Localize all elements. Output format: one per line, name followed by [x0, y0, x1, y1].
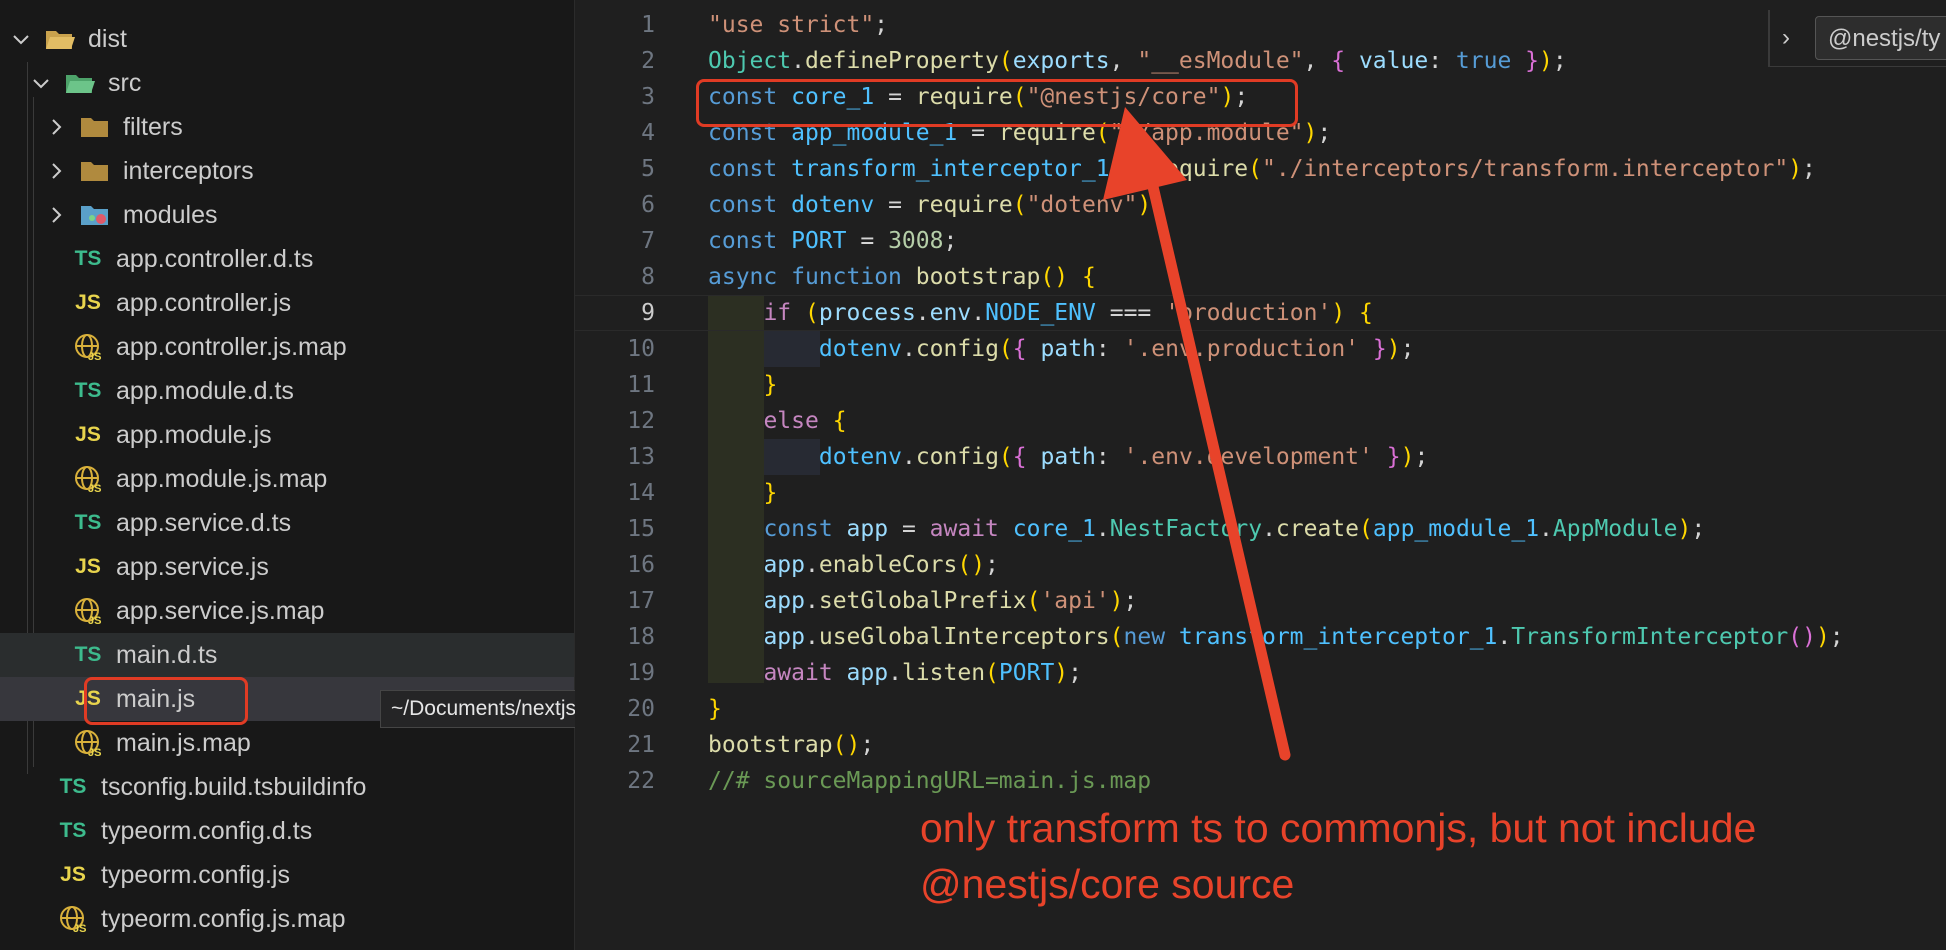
tree-item-label: typeorm.config.d.ts: [101, 816, 313, 845]
dist-folder-icon: [44, 25, 76, 53]
tree-item[interactable]: JS typeorm.config.js.map: [0, 897, 574, 941]
javascript-file-icon: JS: [60, 863, 86, 886]
tree-item[interactable]: modules: [0, 193, 574, 237]
tree-item-label: dist: [88, 24, 127, 53]
tree-item-label: main.js.map: [116, 728, 251, 757]
svg-text:JS: JS: [88, 483, 101, 493]
tree-item-label: typeorm.config.js.map: [101, 904, 346, 933]
main-js-highlight-box: [84, 677, 248, 725]
map-file-icon: JS: [72, 333, 104, 361]
tree-item-label: app.service.js.map: [116, 596, 325, 625]
tree-item[interactable]: JS app.controller.js.map: [0, 325, 574, 369]
typescript-file-icon: TS: [74, 643, 102, 666]
explorer-sidebar: dist src filters interceptors modules TS app.c…: [0, 0, 575, 950]
tree-item-label: app.service.d.ts: [116, 508, 292, 537]
tree-item-label: app.controller.d.ts: [116, 244, 314, 273]
tree-item-label: app.controller.js: [116, 288, 292, 317]
tree-item[interactable]: TS main.d.ts: [0, 633, 574, 677]
chevron-down-icon[interactable]: [30, 72, 52, 94]
tree-item-label: typeorm.config.js: [101, 860, 290, 889]
svg-text:JS: JS: [88, 747, 101, 757]
tree-item[interactable]: JS app.module.js: [0, 413, 574, 457]
map-file-icon: JS: [57, 905, 89, 933]
folder-icon: [79, 113, 111, 141]
chevron-right-icon[interactable]: [45, 116, 67, 138]
typescript-file-icon: TS: [74, 247, 102, 270]
src-folder-icon: [64, 69, 96, 97]
tree-item[interactable]: TS typeorm.config.d.ts: [0, 809, 574, 853]
tree-item-label: app.module.d.ts: [116, 376, 294, 405]
tree-item[interactable]: interceptors: [0, 149, 574, 193]
javascript-file-icon: JS: [75, 555, 101, 578]
annotation-line-1: only transform ts to commonjs, but not i…: [920, 805, 1757, 851]
tree-item[interactable]: TS app.module.d.ts: [0, 369, 574, 413]
tree-item[interactable]: JS typeorm.config.js: [0, 853, 574, 897]
tree-item-label: main.d.ts: [116, 640, 218, 669]
svg-text:JS: JS: [88, 615, 101, 625]
modules-folder-icon: [79, 201, 111, 229]
javascript-file-icon: JS: [75, 423, 101, 446]
tree-item[interactable]: JS app.service.js.map: [0, 589, 574, 633]
tree-item[interactable]: src: [0, 61, 574, 105]
tree-item[interactable]: TS app.controller.d.ts: [0, 237, 574, 281]
tree-item-label: filters: [123, 112, 183, 141]
tree-item[interactable]: JS app.controller.js: [0, 281, 574, 325]
map-file-icon: JS: [72, 597, 104, 625]
tree-item-label: src: [108, 68, 142, 97]
svg-text:JS: JS: [88, 351, 101, 361]
tree-item[interactable]: TS app.service.d.ts: [0, 501, 574, 545]
folder-icon: [79, 157, 111, 185]
tree-item-label: app.service.js: [116, 552, 269, 581]
breadcrumb-widget: › @nestjs/ty: [1768, 10, 1946, 67]
svg-text:JS: JS: [73, 923, 86, 933]
typescript-file-icon: TS: [59, 775, 87, 798]
chevron-right-icon[interactable]: ›: [1782, 24, 1790, 52]
tree-item[interactable]: filters: [0, 105, 574, 149]
chevron-down-icon[interactable]: [10, 28, 32, 50]
tree-item-label: app.module.js: [116, 420, 272, 449]
tree-item-label: interceptors: [123, 156, 254, 185]
chevron-right-icon[interactable]: [45, 160, 67, 182]
breadcrumb-search-input[interactable]: @nestjs/ty: [1815, 16, 1946, 60]
typescript-file-icon: TS: [59, 819, 87, 842]
annotation-text: only transform ts to commonjs, but not i…: [920, 800, 1756, 912]
javascript-file-icon: JS: [75, 291, 101, 314]
tree-item[interactable]: TS tsconfig.build.tsbuildinfo: [0, 765, 574, 809]
tree-item[interactable]: JS app.service.js: [0, 545, 574, 589]
tree-item-label: tsconfig.build.tsbuildinfo: [101, 772, 367, 801]
tree-item[interactable]: JS app.module.js.map: [0, 457, 574, 501]
chevron-right-icon[interactable]: [45, 204, 67, 226]
typescript-file-icon: TS: [74, 511, 102, 534]
tree-item-label: modules: [123, 200, 218, 229]
map-file-icon: JS: [72, 465, 104, 493]
map-file-icon: JS: [72, 729, 104, 757]
tree-item[interactable]: dist: [0, 17, 574, 61]
typescript-file-icon: TS: [74, 379, 102, 402]
annotation-line-2: @nestjs/core source: [920, 861, 1295, 907]
tree-item-label: app.module.js.map: [116, 464, 328, 493]
tree-item-label: app.controller.js.map: [116, 332, 347, 361]
